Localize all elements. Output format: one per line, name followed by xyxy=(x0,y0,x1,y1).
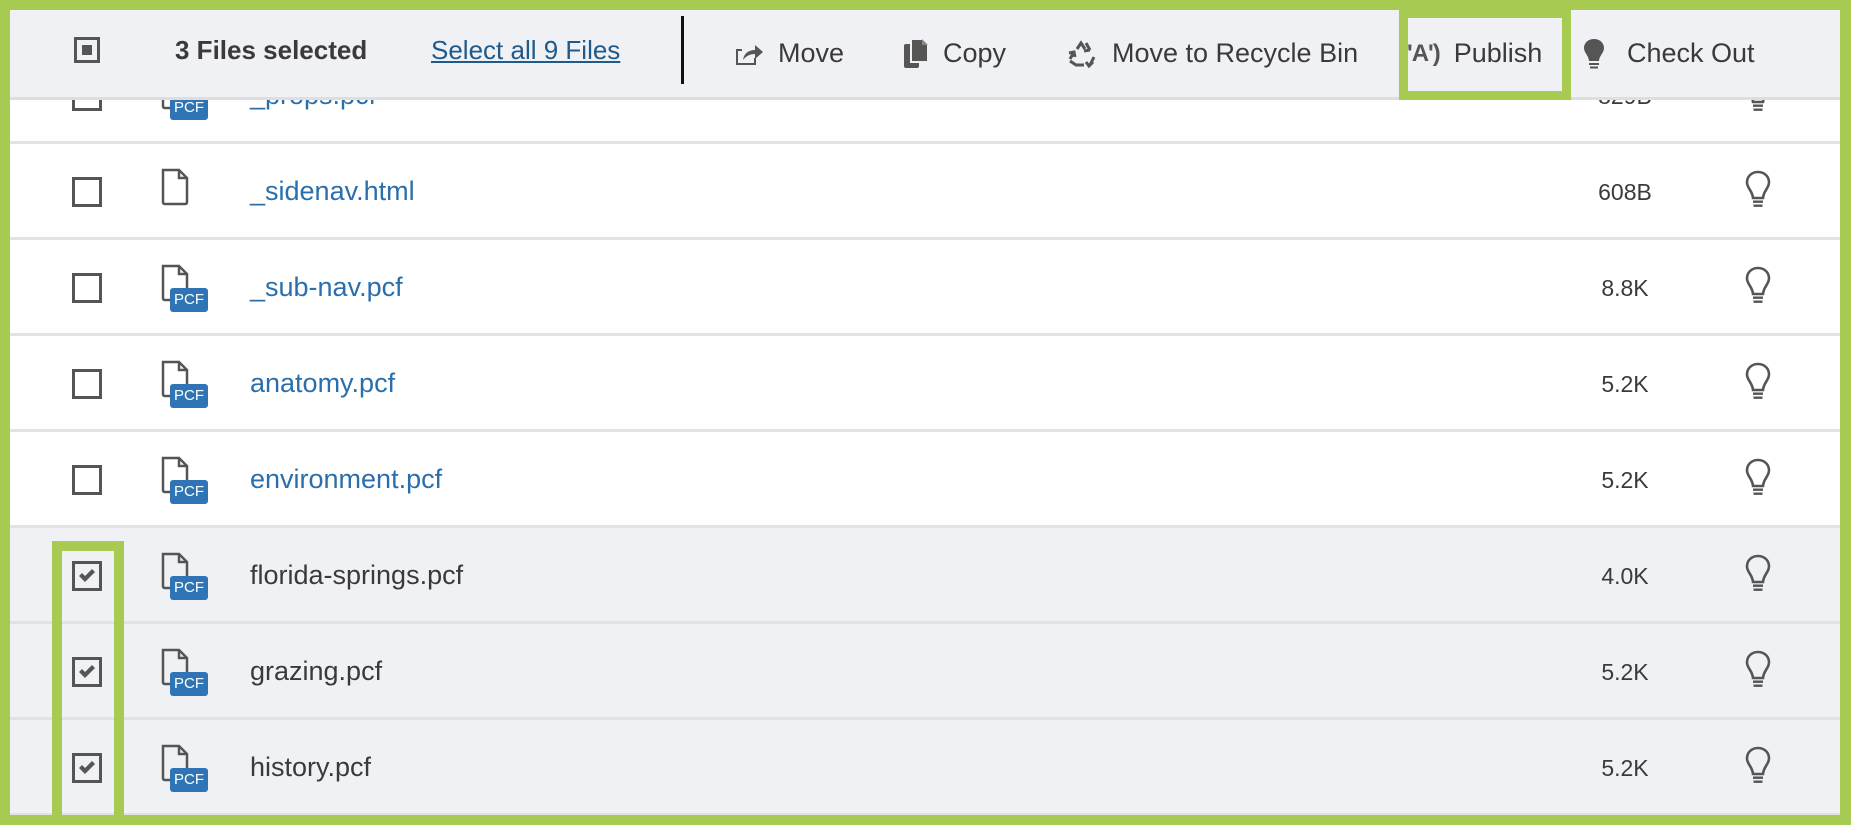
recycle-icon xyxy=(1066,39,1098,69)
file-name-link[interactable]: florida-springs.pcf xyxy=(250,560,463,591)
lightbulb-icon[interactable] xyxy=(1745,554,1771,599)
toolbar-divider xyxy=(681,16,684,84)
checkmark-icon xyxy=(79,569,95,582)
row-checkbox[interactable] xyxy=(72,369,102,399)
pcf-file-icon: PCF xyxy=(160,456,208,506)
selected-count: 3 Files selected xyxy=(175,35,368,65)
row-checkbox[interactable] xyxy=(72,465,102,495)
file-row[interactable]: PCF florida-springs.pcf 4.0K xyxy=(10,528,1840,624)
file-name-link[interactable]: environment.pcf xyxy=(250,464,442,495)
check-out-button[interactable]: Check Out xyxy=(1583,10,1755,97)
copy-icon xyxy=(903,37,929,70)
lightbulb-filled-icon xyxy=(1583,38,1605,70)
move-to-recycle-bin-button[interactable]: Move to Recycle Bin xyxy=(1066,10,1358,97)
row-checkbox[interactable] xyxy=(72,177,102,207)
row-checkbox-checked[interactable] xyxy=(72,657,102,687)
file-size: 5.2K xyxy=(1601,755,1649,781)
file-size: 8.8K xyxy=(1601,275,1649,301)
publish-button[interactable]: ('A') Publish xyxy=(1400,10,1542,97)
pcf-badge: PCF xyxy=(170,480,208,504)
checkmark-icon xyxy=(79,761,95,774)
file-row[interactable]: PCF anatomy.pcf 5.2K xyxy=(10,336,1840,432)
pcf-badge: PCF xyxy=(170,672,208,696)
pcf-file-icon: PCF xyxy=(160,552,208,602)
pcf-badge: PCF xyxy=(170,768,208,792)
move-label: Move xyxy=(778,38,845,68)
file-row[interactable]: _sidenav.html 608B xyxy=(10,144,1840,240)
pcf-badge: PCF xyxy=(170,288,208,312)
row-checkbox-checked[interactable] xyxy=(72,753,102,783)
publish-highlight-top xyxy=(1399,10,1571,18)
row-checkbox[interactable] xyxy=(72,273,102,303)
lightbulb-icon[interactable] xyxy=(1745,746,1771,791)
file-name-link[interactable]: history.pcf xyxy=(250,752,371,783)
select-all-checkbox-partial[interactable] xyxy=(74,37,100,63)
pcf-badge: PCF xyxy=(170,576,208,600)
file-size: 5.2K xyxy=(1601,467,1649,493)
lightbulb-icon[interactable] xyxy=(1745,458,1771,503)
row-checkbox-checked[interactable] xyxy=(72,561,102,591)
file-row[interactable]: PCF environment.pcf 5.2K xyxy=(10,432,1840,528)
publish-label: Publish xyxy=(1453,38,1543,68)
lightbulb-icon[interactable] xyxy=(1745,170,1771,215)
file-row[interactable]: PCF history.pcf 5.2K xyxy=(10,720,1840,815)
file-icon xyxy=(160,168,208,218)
check-out-label: Check Out xyxy=(1627,38,1755,68)
copy-label: Copy xyxy=(943,38,1007,68)
copy-button[interactable]: Copy xyxy=(903,10,1006,97)
file-row[interactable]: PCF grazing.pcf 5.2K xyxy=(10,624,1840,720)
share-icon xyxy=(734,41,764,67)
file-row[interactable]: PCF _sub-nav.pcf 8.8K xyxy=(10,240,1840,336)
pcf-file-icon: PCF xyxy=(160,264,208,314)
lightbulb-icon[interactable] xyxy=(1745,362,1771,407)
pcf-badge: PCF xyxy=(170,384,208,408)
bulk-action-toolbar: 3 Files selected Select all 9 Files Move… xyxy=(10,10,1840,100)
file-manager: PCF_props.pcf829B_sidenav.html608BPCF_su… xyxy=(10,10,1840,815)
file-name-link[interactable]: anatomy.pcf xyxy=(250,368,395,399)
pcf-file-icon: PCF xyxy=(160,360,208,410)
broadcast-icon: ('A') xyxy=(1400,39,1441,67)
file-size: 608B xyxy=(1598,179,1652,205)
file-size: 5.2K xyxy=(1601,371,1649,397)
pcf-file-icon: PCF xyxy=(160,744,208,794)
checkmark-icon xyxy=(79,665,95,678)
lightbulb-icon[interactable] xyxy=(1745,266,1771,311)
file-name-link[interactable]: _sub-nav.pcf xyxy=(250,272,403,303)
recycle-label: Move to Recycle Bin xyxy=(1112,38,1359,68)
file-size: 5.2K xyxy=(1601,659,1649,685)
file-name-link[interactable]: _sidenav.html xyxy=(250,176,415,207)
file-size: 4.0K xyxy=(1601,563,1649,589)
lightbulb-icon[interactable] xyxy=(1745,650,1771,695)
select-all-link[interactable]: Select all 9 Files xyxy=(431,35,620,66)
move-button[interactable]: Move xyxy=(734,10,844,97)
file-name-link[interactable]: grazing.pcf xyxy=(250,656,382,687)
pcf-file-icon: PCF xyxy=(160,648,208,698)
